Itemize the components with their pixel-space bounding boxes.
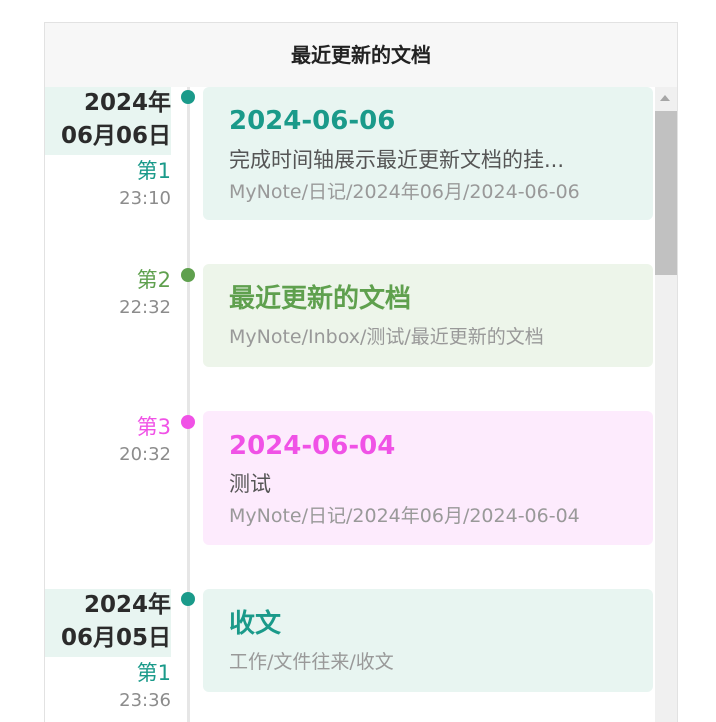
doc-card[interactable]: 最近更新的文档 MyNote/Inbox/测试/最近更新的文档 [203, 264, 653, 367]
timeline-dot [181, 268, 195, 282]
recent-docs-panel: 最近更新的文档 2024年 06月06日 第1 23:10 2024-06-06… [44, 22, 678, 722]
doc-card[interactable]: 2024-06-06 完成时间轴展示最近更新文档的挂... MyNote/日记/… [203, 87, 653, 220]
doc-card[interactable]: 收文 工作/文件往来/收文 [203, 589, 653, 692]
doc-path: 工作/文件往来/收文 [229, 651, 394, 673]
timeline-list[interactable]: 2024年 06月06日 第1 23:10 2024-06-06 完成时间轴展示… [45, 87, 655, 722]
date-day: 06月05日 [60, 625, 171, 651]
rank-label: 第3 [136, 415, 171, 439]
panel-title: 最近更新的文档 [45, 23, 677, 87]
doc-description: 完成时间轴展示最近更新文档的挂... [229, 148, 565, 172]
time-label: 20:32 [119, 444, 171, 465]
rank-label: 第1 [136, 661, 171, 685]
scroll-up-arrow-icon[interactable] [660, 95, 670, 101]
date-year: 2024年 [83, 90, 171, 116]
date-day: 06月06日 [60, 123, 171, 149]
timeline-line [187, 87, 190, 722]
date-header: 2024年 06月05日 [45, 589, 171, 657]
doc-title[interactable]: 2024-06-06 [229, 104, 395, 138]
doc-title[interactable]: 最近更新的文档 [229, 282, 411, 316]
doc-title[interactable]: 2024-06-04 [229, 429, 395, 463]
doc-path: MyNote/Inbox/测试/最近更新的文档 [229, 326, 544, 348]
scroll-thumb[interactable] [655, 111, 677, 275]
date-header: 2024年 06月06日 [45, 87, 171, 155]
timeline-dot [181, 592, 195, 606]
doc-card[interactable]: 2024-06-04 测试 MyNote/日记/2024年06月/2024-06… [203, 411, 653, 545]
doc-description: 测试 [229, 472, 271, 496]
doc-path: MyNote/日记/2024年06月/2024-06-04 [229, 505, 580, 527]
time-label: 22:32 [119, 297, 171, 318]
date-year: 2024年 [83, 592, 171, 618]
timeline-dot [181, 415, 195, 429]
vertical-scrollbar[interactable] [655, 87, 677, 722]
time-label: 23:10 [119, 188, 171, 209]
time-label: 23:36 [119, 690, 171, 711]
doc-path: MyNote/日记/2024年06月/2024-06-06 [229, 181, 580, 203]
doc-title[interactable]: 收文 [229, 607, 281, 641]
rank-label: 第1 [136, 159, 171, 183]
timeline-dot [181, 90, 195, 104]
rank-label: 第2 [136, 268, 171, 292]
